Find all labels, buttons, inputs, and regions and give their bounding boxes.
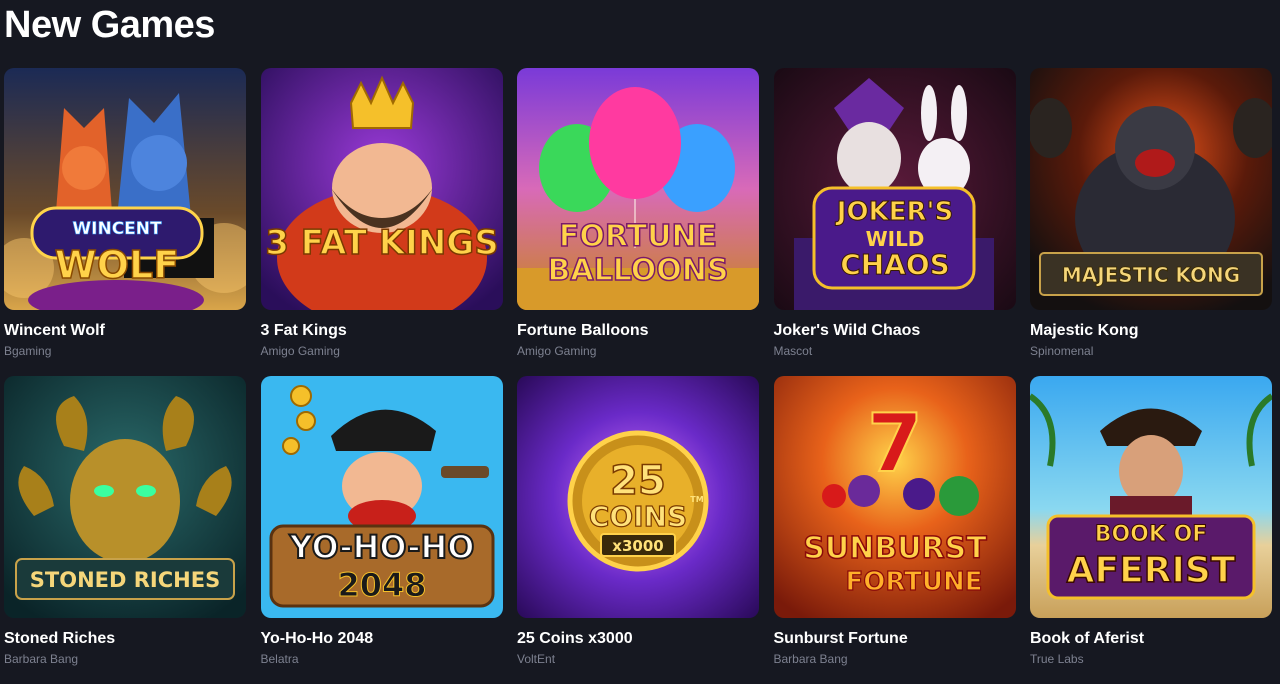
game-title[interactable]: 3 Fat Kings — [261, 321, 503, 341]
yo-ho-ho-logo-line2: 2048 — [337, 566, 426, 604]
game-thumbnail[interactable]: WINCENT WOLF — [4, 68, 246, 310]
game-card-3-fat-kings[interactable]: 3 FAT KINGS 3 Fat Kings Amigo Gaming — [260, 68, 503, 376]
game-thumbnail[interactable]: YO-HO-HO 2048 — [260, 376, 503, 618]
game-provider: Bgaming — [4, 344, 52, 358]
game-card-stoned-riches[interactable]: STONED RICHES Stoned Riches Barbara Bang — [4, 376, 246, 684]
sunburst-logo-line2: FORTUNE — [845, 567, 982, 597]
aferist-logo-line1: BOOK OF — [1095, 522, 1208, 547]
games-grid: WINCENT WOLF Wincent Wolf Bgaming 3 FAT … — [4, 68, 1272, 684]
3-fat-kings-logo: 3 FAT KINGS — [265, 223, 498, 263]
game-thumbnail[interactable]: MAJESTIC KONG — [1030, 68, 1272, 310]
game-title[interactable]: Majestic Kong — [1030, 321, 1272, 341]
game-provider: Amigo Gaming — [517, 344, 597, 358]
wincent-logo-line2: WOLF — [55, 243, 179, 287]
game-provider: Spinomenal — [1030, 344, 1094, 358]
game-title[interactable]: Stoned Riches — [4, 629, 246, 649]
game-title[interactable]: Joker's Wild Chaos — [774, 321, 1016, 341]
fortune-balloons-logo-line2: BALLOONS — [548, 253, 729, 288]
new-games-section: New Games WINCENT WOLF Wincent Wolf Bgam… — [0, 0, 1280, 680]
game-provider: VoltEnt — [517, 652, 556, 666]
25-coins-logo-line2: COINS — [589, 500, 687, 533]
jokers-logo-line1: JOKER'S — [834, 197, 952, 227]
jokers-logo-line3: CHAOS — [840, 248, 950, 281]
section-title: New Games — [4, 4, 215, 46]
book-of-aferist-art: BOOK OF AFERIST — [1030, 376, 1272, 618]
majestic-kong-art: MAJESTIC KONG — [1030, 68, 1272, 310]
game-provider: Barbara Bang — [4, 652, 79, 666]
game-provider: True Labs — [1030, 652, 1084, 666]
game-thumbnail[interactable]: JOKER'S WILD CHAOS — [773, 68, 1016, 310]
game-card-fortune-balloons[interactable]: FORTUNE BALLOONS Fortune Balloons Amigo … — [517, 68, 759, 376]
game-title[interactable]: 25 Coins x3000 — [517, 629, 759, 649]
fortune-balloons-art: FORTUNE BALLOONS — [517, 68, 759, 310]
stoned-riches-art: STONED RICHES — [4, 376, 246, 618]
sunburst-logo-line1: SUNBURST — [803, 531, 987, 566]
game-title[interactable]: Sunburst Fortune — [774, 629, 1016, 649]
game-thumbnail[interactable]: 7 SUNBURST FORTUNE — [773, 376, 1016, 618]
3-fat-kings-art: 3 FAT KINGS — [260, 68, 503, 310]
game-provider: Belatra — [260, 652, 299, 666]
25-coins-art: 25 COINS TM x3000 — [517, 376, 759, 618]
game-provider: Mascot — [773, 344, 813, 358]
yo-ho-ho-2048-art: YO-HO-HO 2048 — [260, 376, 503, 618]
game-title[interactable]: Yo-Ho-Ho 2048 — [261, 629, 503, 649]
wincent-logo-line1: WINCENT — [72, 219, 162, 239]
game-thumbnail[interactable]: BOOK OF AFERIST — [1030, 376, 1272, 618]
yo-ho-ho-logo-line1: YO-HO-HO — [288, 528, 474, 566]
game-card-yo-ho-ho-2048[interactable]: YO-HO-HO 2048 Yo-Ho-Ho 2048 Belatra — [260, 376, 503, 684]
25-coins-logo-line1: 25 — [610, 458, 666, 504]
majestic-kong-logo: MAJESTIC KONG — [1062, 263, 1240, 287]
game-card-book-of-aferist[interactable]: BOOK OF AFERIST Book of Aferist True Lab… — [1030, 376, 1272, 684]
25-coins-logo-line3: x3000 — [612, 537, 663, 555]
game-provider: Amigo Gaming — [260, 344, 340, 358]
game-card-sunburst-fortune[interactable]: 7 SUNBURST FORTUNE Sunburst Fortune Barb… — [773, 376, 1016, 684]
game-card-majestic-kong[interactable]: MAJESTIC KONG Majestic Kong Spinomenal — [1030, 68, 1272, 376]
game-title[interactable]: Wincent Wolf — [4, 321, 246, 341]
aferist-logo-line2: AFERIST — [1067, 550, 1236, 591]
sunburst-fortune-art: 7 SUNBURST FORTUNE — [773, 376, 1016, 618]
game-provider: Barbara Bang — [773, 652, 848, 666]
fortune-balloons-logo-line1: FORTUNE — [559, 219, 717, 254]
game-thumbnail[interactable]: STONED RICHES — [4, 376, 246, 618]
game-thumbnail[interactable]: 25 COINS TM x3000 — [517, 376, 759, 618]
stoned-riches-logo: STONED RICHES — [30, 568, 220, 592]
svg-text:7: 7 — [867, 397, 923, 490]
game-title[interactable]: Book of Aferist — [1030, 629, 1272, 649]
jokers-wild-chaos-art: JOKER'S WILD CHAOS — [773, 68, 1016, 310]
game-card-wincent-wolf[interactable]: WINCENT WOLF Wincent Wolf Bgaming — [4, 68, 246, 376]
game-card-jokers-wild-chaos[interactable]: JOKER'S WILD CHAOS Joker's Wild Chaos Ma… — [773, 68, 1016, 376]
wincent-wolf-art: WINCENT WOLF — [4, 68, 246, 310]
game-title[interactable]: Fortune Balloons — [517, 321, 759, 341]
25-coins-trademark: TM — [690, 495, 703, 504]
game-thumbnail[interactable]: 3 FAT KINGS — [260, 68, 503, 310]
game-card-25-coins-x3000[interactable]: 25 COINS TM x3000 25 Coins x3000 VoltEnt — [517, 376, 759, 684]
game-thumbnail[interactable]: FORTUNE BALLOONS — [517, 68, 759, 310]
